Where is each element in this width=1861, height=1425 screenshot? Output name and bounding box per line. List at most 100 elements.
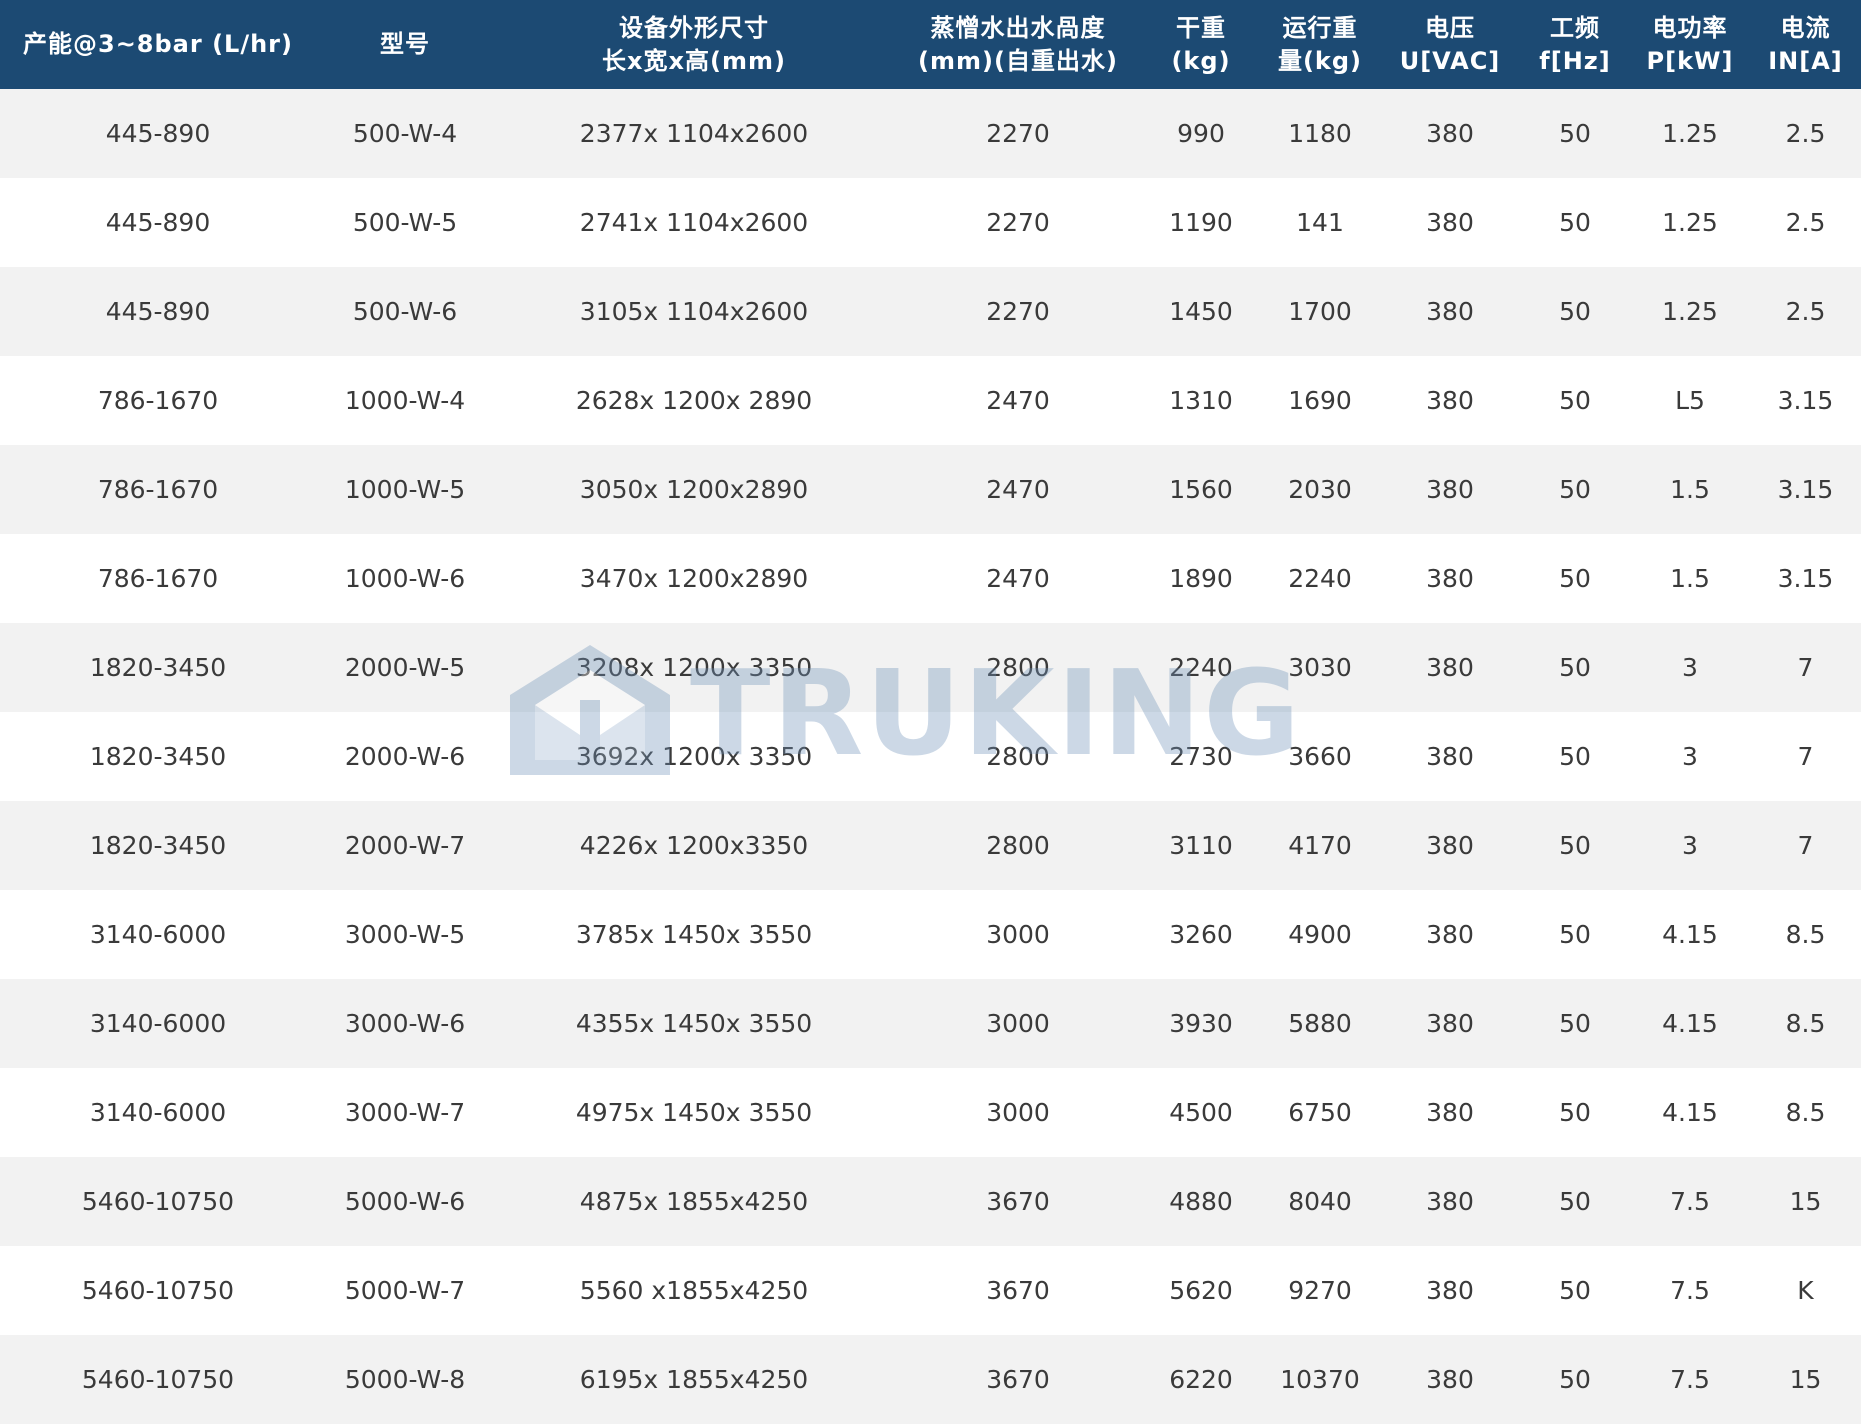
table-cell: 3030 — [1288, 653, 1352, 682]
table-cell: 500-W-4 — [352, 119, 458, 148]
table-header: 产能@3~8bar (L/hr) 型号 设备外形尺寸 长x宽x高(mm) 蒸憎水出水咼度… — [0, 0, 1861, 89]
table-cell: 3670 — [986, 1187, 1050, 1216]
table-row: 445-890 500-W-4 2377x 1104x2600 2270 990 1180… — [0, 89, 1861, 178]
table-cell: 3 — [1682, 831, 1698, 860]
table-cell: 4170 — [1288, 831, 1352, 860]
table-body: 445-890 500-W-4 2377x 1104x2600 2270 990 1180… — [0, 89, 1861, 1424]
table-row: 786-1670 1000-W-4 2628x 1200x 2890 2470 1310… — [0, 356, 1861, 445]
table-cell: 3 — [1682, 653, 1698, 682]
table-cell: 1560 — [1169, 475, 1233, 504]
table-cell: 380 — [1426, 1098, 1474, 1127]
table-cell: 50 — [1559, 831, 1591, 860]
table-cell: 1450 — [1169, 297, 1233, 326]
table-cell: 380 — [1426, 386, 1474, 415]
table-cell: K — [1797, 1276, 1814, 1305]
table-cell: 5000-W-7 — [344, 1276, 466, 1305]
table-cell: 3000 — [986, 1098, 1050, 1127]
table-cell: 2000-W-5 — [344, 653, 466, 682]
table-cell: 445-890 — [105, 208, 211, 237]
table-row: 5460-10750 5000-W-8 6195x 1855x4250 3670 622… — [0, 1335, 1861, 1424]
table-cell: 6220 — [1169, 1365, 1233, 1394]
table-cell: 6750 — [1288, 1098, 1352, 1127]
table-cell: 380 — [1426, 208, 1474, 237]
column-header-9: 电流 IN[A] — [1750, 0, 1861, 89]
table-cell: 50 — [1559, 653, 1591, 682]
column-header-1: 型号 — [316, 0, 494, 89]
column-header-line: 电压 — [1425, 13, 1475, 42]
table-cell: 380 — [1426, 119, 1474, 148]
table-row: 786-1670 1000-W-5 3050x 1200x2890 2470 1560 2… — [0, 445, 1861, 534]
table-cell: 2.5 — [1785, 119, 1826, 148]
table-cell: 1820-3450 — [89, 831, 227, 860]
table-cell: 380 — [1426, 1276, 1474, 1305]
table-cell: 3050x 1200x2890 — [579, 475, 809, 504]
table-cell: 1000-W-5 — [344, 475, 466, 504]
table-cell: 3692x 1200x 3350 — [575, 742, 813, 771]
column-header-line: 电功率 — [1652, 13, 1728, 42]
table-cell: 50 — [1559, 1187, 1591, 1216]
table-cell: 1310 — [1169, 386, 1233, 415]
table-cell: 3.15 — [1777, 386, 1834, 415]
table-cell: 7.5 — [1670, 1365, 1710, 1394]
table-cell: 1820-3450 — [89, 653, 227, 682]
column-header-2: 设备外形尺寸 长x宽x高(mm) — [494, 0, 894, 89]
table-cell: 380 — [1426, 1009, 1474, 1038]
table-cell: 2470 — [986, 564, 1050, 593]
column-header-7: 工频 f[Hz] — [1520, 0, 1630, 89]
table-cell: 3 — [1682, 742, 1698, 771]
table-cell: 380 — [1426, 831, 1474, 860]
table-cell: 4226x 1200x3350 — [579, 831, 809, 860]
column-header-line: 设备外形尺寸 — [619, 13, 769, 42]
column-header-line: (kg) — [1171, 46, 1231, 75]
column-header-line: 长x宽x高(mm) — [602, 46, 786, 75]
column-header-line: 电流 — [1780, 13, 1831, 42]
table-cell: 1820-3450 — [89, 742, 227, 771]
table-row: 1820-3450 2000-W-7 4226x 1200x3350 2800 3110… — [0, 801, 1861, 890]
table-cell: 1690 — [1288, 386, 1352, 415]
table-cell: 2470 — [986, 475, 1050, 504]
table-cell: 3000-W-6 — [344, 1009, 466, 1038]
column-header-line: 工频 — [1550, 13, 1600, 42]
table-cell: 3670 — [986, 1276, 1050, 1305]
table-cell: 50 — [1559, 297, 1591, 326]
table-cell: 7 — [1797, 653, 1814, 682]
table-cell: 50 — [1559, 1365, 1591, 1394]
column-header-line: 干重 — [1176, 13, 1226, 42]
table-cell: 3105x 1104x2600 — [579, 297, 809, 326]
table-cell: 50 — [1559, 920, 1591, 949]
column-header-line: (mm)(自重出水) — [918, 46, 1118, 75]
table-cell: 445-890 — [105, 119, 211, 148]
column-header-line: 运行重 — [1282, 13, 1358, 42]
table-cell: 445-890 — [105, 297, 211, 326]
table-cell: 50 — [1559, 208, 1591, 237]
table-row: 786-1670 1000-W-6 3470x 1200x2890 2470 1890 2… — [0, 534, 1861, 623]
table-cell: 3470x 1200x2890 — [579, 564, 809, 593]
table-row: 3140-6000 3000-W-7 4975x 1450x 3550 3000 450… — [0, 1068, 1861, 1157]
table-cell: 380 — [1426, 1187, 1474, 1216]
table-row: 445-890 500-W-5 2741x 1104x2600 2270 1190 141… — [0, 178, 1861, 267]
table-cell: 8.5 — [1785, 1098, 1826, 1127]
table-cell: 8.5 — [1785, 1009, 1826, 1038]
table-cell: 3140-6000 — [89, 1098, 227, 1127]
table-cell: 3140-6000 — [89, 920, 227, 949]
table-cell: 2730 — [1169, 742, 1233, 771]
table-cell: 1.5 — [1670, 564, 1710, 593]
table-cell: 2800 — [986, 831, 1050, 860]
table-cell: 10370 — [1280, 1365, 1360, 1394]
table-cell: 2000-W-7 — [344, 831, 466, 860]
table-cell: 4.15 — [1662, 920, 1718, 949]
table-cell: 4355x 1450x 3550 — [575, 1009, 813, 1038]
table-cell: 3140-6000 — [89, 1009, 227, 1038]
column-header-line: 型号 — [380, 30, 430, 58]
table-cell: 3000-W-5 — [344, 920, 466, 949]
table-cell: 3660 — [1288, 742, 1352, 771]
table-row: 3140-6000 3000-W-6 4355x 1450x 3550 3000 393… — [0, 979, 1861, 1068]
table-cell: 3110 — [1169, 831, 1233, 860]
table-cell: 500-W-6 — [352, 297, 458, 326]
table-cell: 1190 — [1169, 208, 1233, 237]
table-cell: 7.5 — [1670, 1276, 1710, 1305]
table-cell: 7 — [1797, 831, 1814, 860]
table-cell: 3000 — [986, 1009, 1050, 1038]
table-cell: 4900 — [1288, 920, 1352, 949]
column-header-line: f[Hz] — [1539, 46, 1611, 75]
